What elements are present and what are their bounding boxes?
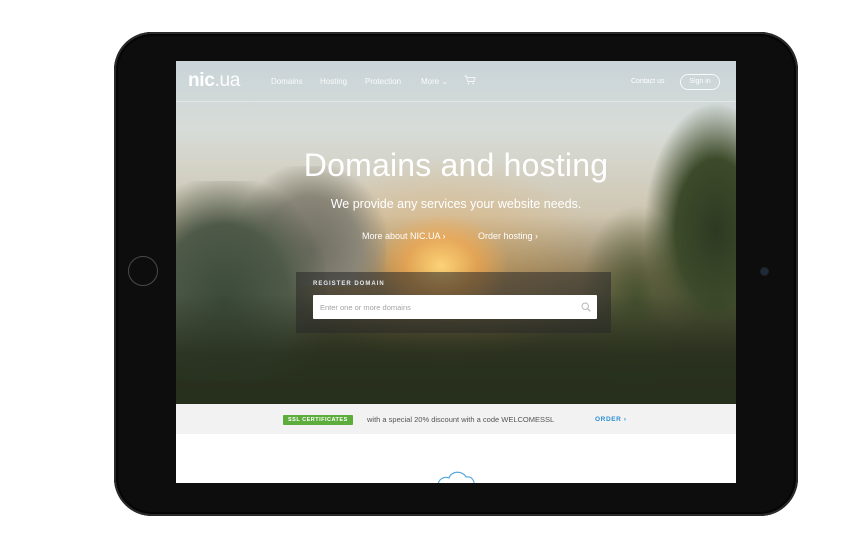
order-hosting-link[interactable]: Order hosting › (478, 231, 538, 241)
register-domain-panel: REGISTER DOMAIN (296, 272, 611, 333)
domain-search-input[interactable] (313, 295, 597, 319)
nav-hosting[interactable]: Hosting (320, 77, 347, 86)
nav-domains[interactable]: Domains (271, 77, 303, 86)
cloud-icon (437, 471, 475, 483)
ssl-badge: SSL CERTIFICATES (283, 415, 353, 425)
cart-icon[interactable] (464, 75, 476, 85)
top-nav: nic.ua Domains Hosting Protection More ⌄… (176, 61, 736, 101)
promo-order-link[interactable]: ORDER › (595, 416, 627, 423)
signin-button[interactable]: Sign in (680, 74, 720, 90)
nav-protection[interactable]: Protection (365, 77, 401, 86)
camera-icon (761, 268, 768, 275)
promo-text: with a special 20% discount with a code … (367, 415, 555, 424)
content-area (176, 434, 736, 483)
contact-link[interactable]: Contact us (631, 78, 664, 85)
logo-suffix: .ua (214, 70, 241, 91)
nav-divider (176, 101, 736, 102)
nav-more[interactable]: More ⌄ (421, 77, 448, 86)
logo[interactable]: nic.ua (188, 70, 240, 92)
about-link[interactable]: More about NIC.UA › (362, 231, 446, 241)
home-button[interactable] (128, 256, 158, 286)
register-label: REGISTER DOMAIN (313, 281, 385, 287)
logo-bold: nic (188, 70, 215, 91)
promo-bar: SSL CERTIFICATES with a special 20% disc… (176, 404, 736, 434)
hero-subtitle: We provide any services your website nee… (330, 197, 582, 211)
search-icon[interactable] (581, 302, 591, 312)
hero-title: Domains and hosting (303, 147, 609, 183)
browser-screen: nic.ua Domains Hosting Protection More ⌄… (176, 61, 736, 483)
hero-section: nic.ua Domains Hosting Protection More ⌄… (176, 61, 736, 404)
